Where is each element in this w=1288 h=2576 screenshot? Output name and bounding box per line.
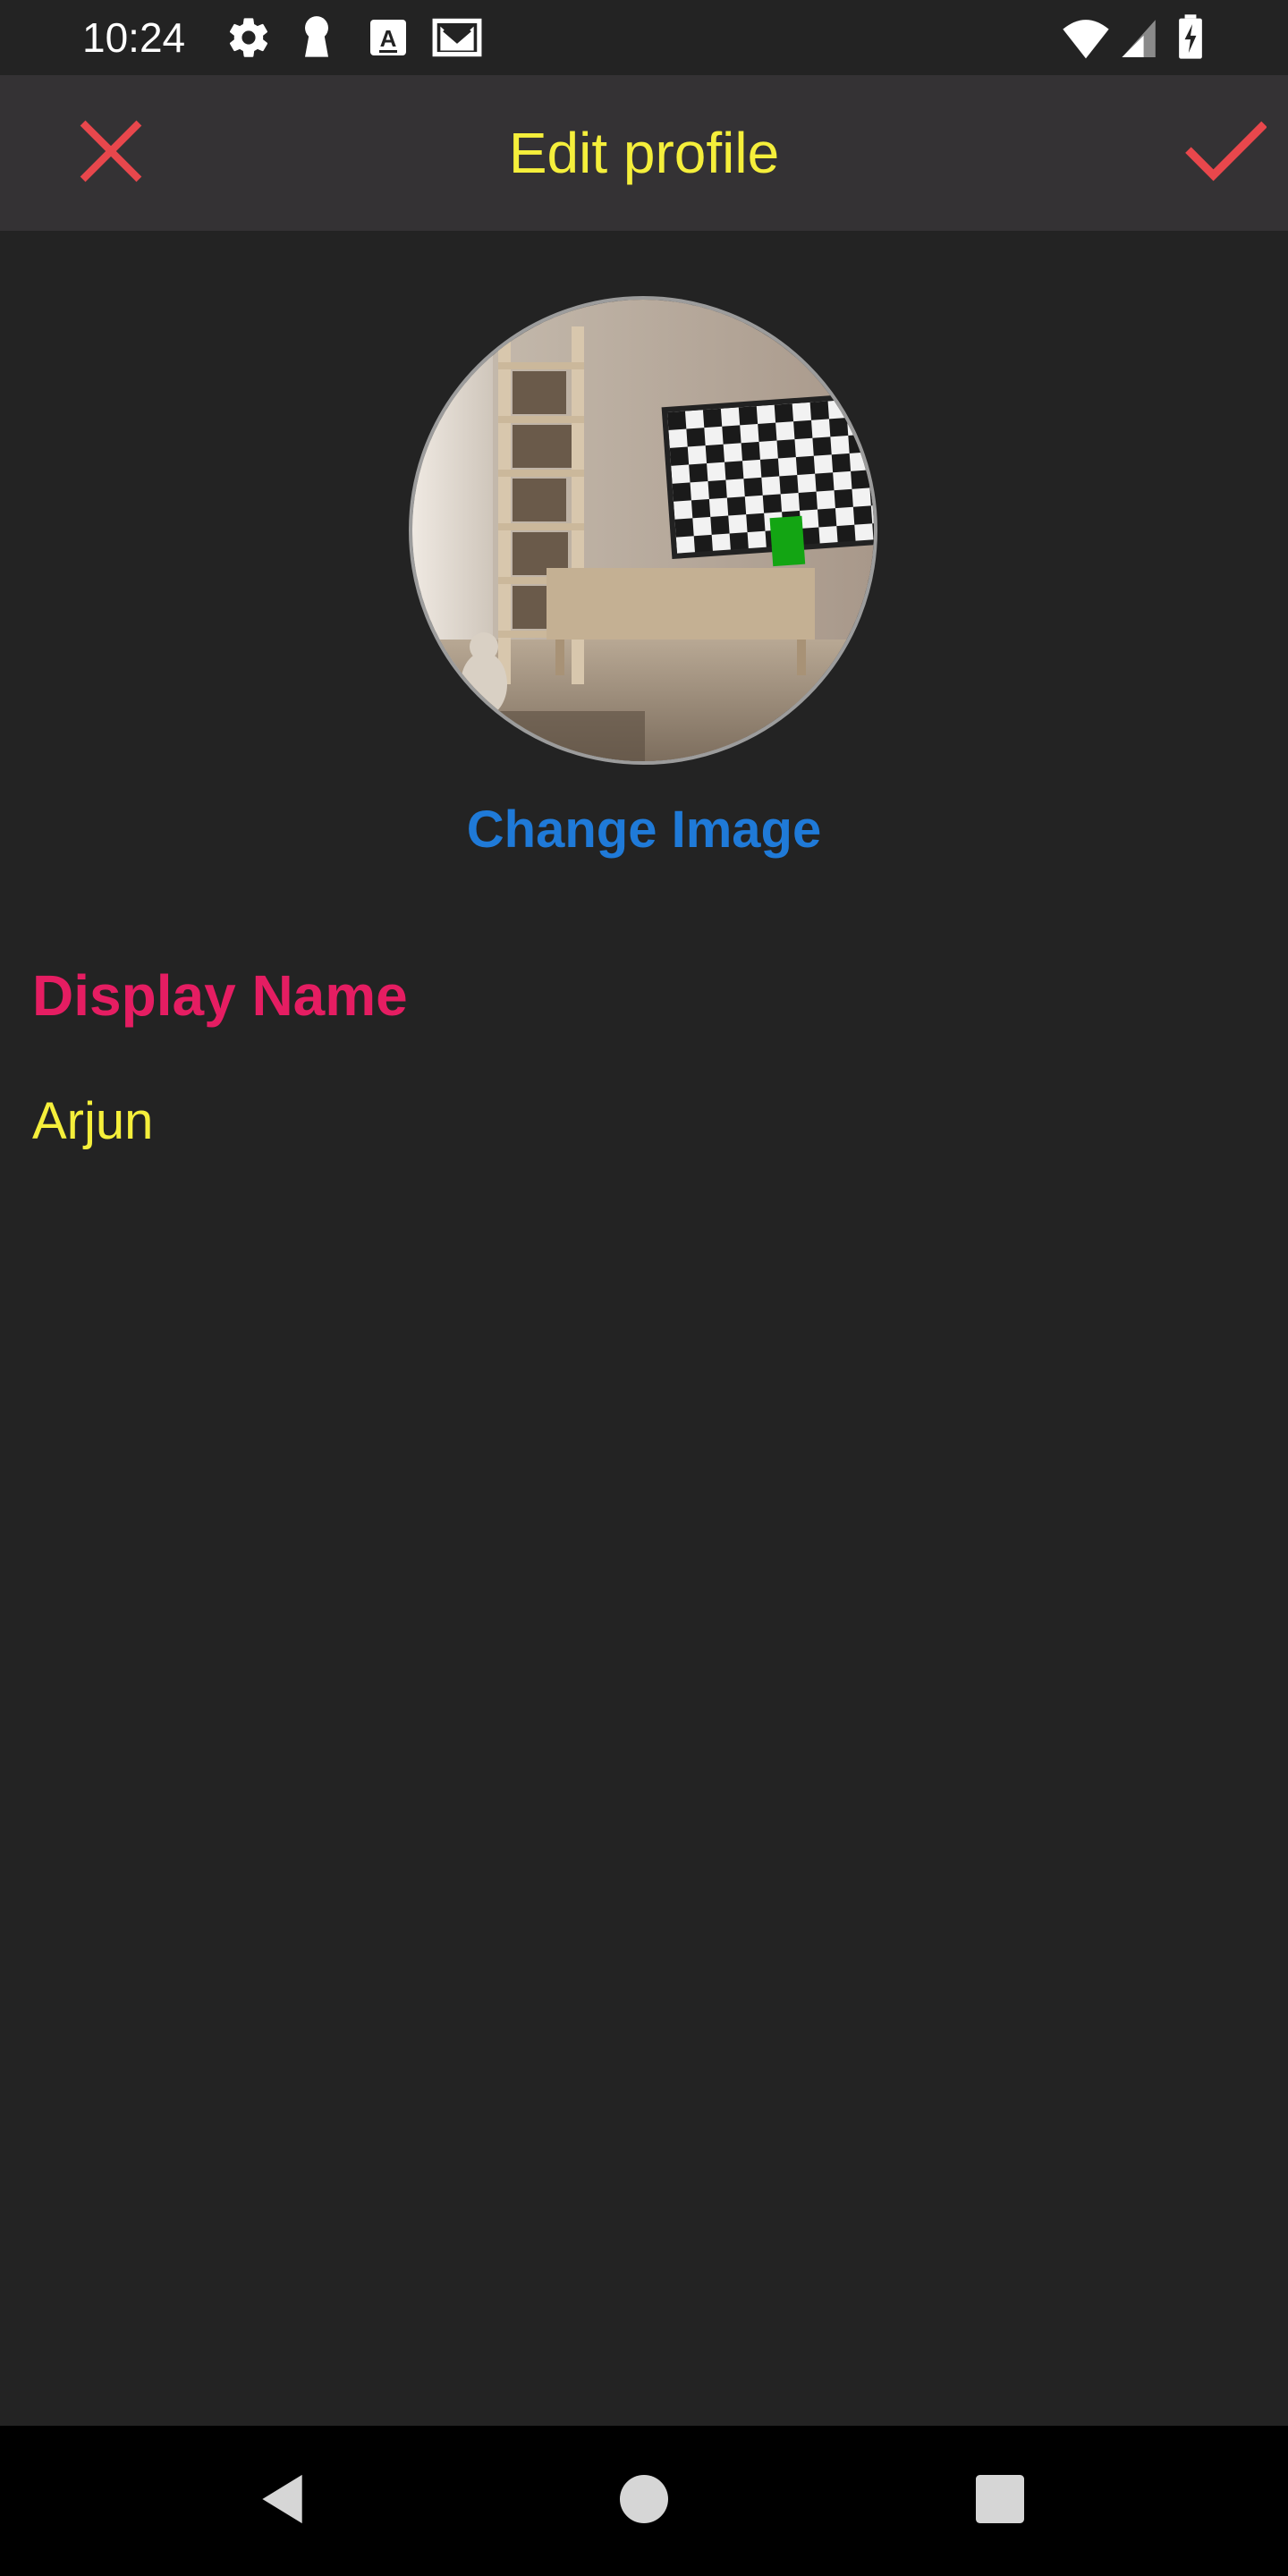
back-button[interactable]	[240, 2456, 329, 2546]
check-icon	[1184, 110, 1267, 197]
recents-icon	[976, 2474, 1024, 2528]
status-bar: 10:24 A	[0, 0, 1288, 75]
navigation-bar	[0, 2426, 1288, 2576]
svg-text:A: A	[380, 25, 397, 52]
home-icon	[620, 2474, 668, 2528]
recents-button[interactable]	[955, 2456, 1045, 2546]
avatar-photo	[412, 300, 874, 761]
close-button[interactable]	[66, 108, 156, 198]
close-icon	[77, 117, 145, 190]
display-name-label: Display Name	[32, 963, 408, 1028]
battery-charging-icon	[1177, 14, 1204, 65]
page-title: Edit profile	[508, 121, 780, 185]
status-time: 10:24	[82, 14, 186, 61]
save-button[interactable]	[1181, 108, 1270, 198]
back-icon	[258, 2470, 311, 2532]
wifi-icon	[1061, 14, 1111, 65]
signal-icon	[1118, 14, 1157, 65]
settings-icon	[225, 14, 272, 65]
change-image-button[interactable]: Change Image	[0, 800, 1288, 860]
avatar[interactable]	[409, 296, 877, 765]
keyhole-icon	[297, 14, 336, 65]
gmail-icon	[431, 14, 483, 65]
edit-profile-content: Change Image Display Name Arjun	[0, 231, 1288, 2426]
app-bar: Edit profile	[0, 75, 1288, 231]
home-button[interactable]	[599, 2456, 689, 2546]
display-name-field[interactable]: Arjun	[32, 1091, 1256, 1151]
keyboard-a-icon: A	[367, 14, 410, 65]
